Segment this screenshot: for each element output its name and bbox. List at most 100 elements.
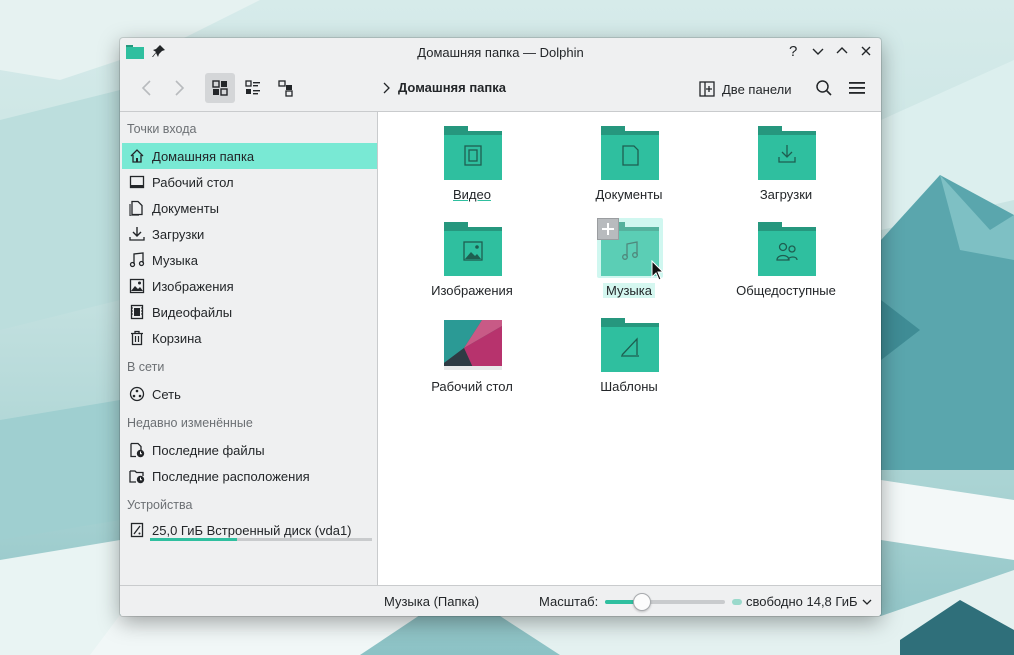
folder-item-templates[interactable]: Шаблоны <box>559 304 699 394</box>
icons-view-button[interactable] <box>205 73 235 103</box>
free-space-indicator <box>732 598 742 605</box>
pictures-folder-icon <box>444 222 502 276</box>
details-view-button[interactable] <box>271 73 301 103</box>
dolphin-window: Домашняя папка — Dolphin ? Домашняя папк… <box>120 38 881 616</box>
recent-files-icon <box>128 441 146 459</box>
documents-icon <box>128 199 146 217</box>
place-videos[interactable]: Видеофайлы <box>122 299 377 325</box>
templates-folder-icon <box>601 318 659 372</box>
place-label: Корзина <box>152 330 202 346</box>
search-button[interactable] <box>809 73 839 103</box>
place-label: Изображения <box>152 278 234 294</box>
place-label: 25,0 ГиБ Встроенный диск (vda1) <box>152 522 352 538</box>
item-label: Музыка <box>603 283 655 298</box>
breadcrumb[interactable]: Домашняя папка <box>382 80 506 95</box>
details-view-icon <box>278 80 293 97</box>
section-title-devices: Устройства <box>127 498 193 512</box>
mouse-cursor-icon <box>651 260 665 281</box>
forward-button[interactable] <box>164 73 194 103</box>
breadcrumb-current[interactable]: Домашняя папка <box>398 80 506 95</box>
desktop-thumbnail-icon <box>444 320 502 370</box>
close-icon[interactable] <box>857 42 875 60</box>
documents-folder-icon <box>601 126 659 180</box>
trash-icon <box>128 329 146 347</box>
item-label: Видео <box>453 187 491 202</box>
hamburger-menu-icon <box>849 82 865 94</box>
maximize-icon[interactable] <box>833 42 851 60</box>
menu-button[interactable] <box>842 73 872 103</box>
section-title-entry-points: Точки входа <box>127 122 197 136</box>
compact-view-button[interactable] <box>238 73 268 103</box>
svg-text:?: ? <box>789 43 797 59</box>
place-label: Последние файлы <box>152 442 265 458</box>
desktop-icon <box>128 173 146 191</box>
split-view-label: Две панели <box>722 81 792 97</box>
folder-item-music[interactable]: Музыка <box>559 208 699 298</box>
item-label: Загрузки <box>759 187 813 202</box>
music-icon <box>128 251 146 269</box>
free-space-text: свободно 14,8 ГиБ <box>746 594 858 609</box>
back-button[interactable] <box>132 73 162 103</box>
places-panel: Точки входа Домашняя папка Рабочий стол … <box>120 111 378 585</box>
item-label: Документы <box>595 187 663 202</box>
section-title-network: В сети <box>127 360 165 374</box>
place-label: Последние расположения <box>152 468 310 484</box>
place-label: Рабочий стол <box>152 174 234 190</box>
place-trash[interactable]: Корзина <box>122 325 377 351</box>
item-label: Шаблоны <box>600 379 658 394</box>
split-view-button[interactable]: Две панели <box>698 80 792 98</box>
downloads-folder-icon <box>758 126 816 180</box>
zoom-slider[interactable] <box>605 593 725 611</box>
item-label: Рабочий стол <box>431 379 513 394</box>
toolbar: Домашняя папка Две панели <box>120 68 881 110</box>
folder-item-public[interactable]: Общедоступные <box>716 208 856 298</box>
zoom-slider-handle[interactable] <box>633 593 651 611</box>
title-bar: Домашняя папка — Dolphin ? <box>120 38 881 66</box>
download-icon <box>128 225 146 243</box>
zoom-label: Масштаб: <box>539 594 599 609</box>
image-icon <box>128 277 146 295</box>
folder-item-pictures[interactable]: Изображения <box>402 208 542 298</box>
recent-locations-icon <box>128 467 146 485</box>
split-panels-icon <box>699 81 715 97</box>
plus-icon <box>602 223 614 235</box>
place-label: Сеть <box>152 386 181 402</box>
place-home[interactable]: Домашняя папка <box>122 143 377 169</box>
disk-usage-fill <box>150 538 237 541</box>
disk-icon <box>128 521 146 539</box>
window-title: Домашняя папка — Dolphin <box>417 45 584 60</box>
folder-item-desktop[interactable]: Рабочий стол <box>402 304 542 394</box>
free-space-button[interactable]: свободно 14,8 ГиБ <box>732 594 872 609</box>
place-music[interactable]: Музыка <box>122 247 377 273</box>
place-downloads[interactable]: Загрузки <box>122 221 377 247</box>
search-icon <box>816 80 832 96</box>
chevron-right-icon <box>383 82 390 93</box>
place-recent-locations[interactable]: Последние расположения <box>122 463 377 489</box>
place-pictures[interactable]: Изображения <box>122 273 377 299</box>
section-title-recent: Недавно изменённые <box>127 416 253 430</box>
minimize-icon[interactable] <box>809 42 827 60</box>
public-folder-icon <box>758 222 816 276</box>
folder-item-documents[interactable]: Документы <box>559 112 699 202</box>
place-desktop[interactable]: Рабочий стол <box>122 169 377 195</box>
place-recent-files[interactable]: Последние файлы <box>122 437 377 463</box>
video-folder-icon <box>444 126 502 180</box>
forward-arrow-icon <box>175 80 185 96</box>
selection-status: Музыка (Папка) <box>384 594 480 609</box>
network-icon <box>128 385 146 403</box>
compact-view-icon <box>245 80 260 95</box>
video-icon <box>128 303 146 321</box>
status-bar: Музыка (Папка) Масштаб: свободно 14,8 Ги… <box>120 585 881 616</box>
place-label: Домашняя папка <box>152 148 255 164</box>
place-network[interactable]: Сеть <box>122 381 377 407</box>
file-view[interactable]: Видео Документы Загрузки Изображения Муз… <box>378 111 881 585</box>
item-label: Изображения <box>431 283 513 298</box>
place-label: Документы <box>152 200 220 216</box>
place-documents[interactable]: Документы <box>122 195 377 221</box>
select-toggle-button[interactable] <box>597 218 619 240</box>
icons-view-icon <box>212 80 228 96</box>
place-label: Видеофайлы <box>152 304 233 320</box>
help-icon[interactable]: ? <box>785 42 803 60</box>
folder-item-video[interactable]: Видео <box>402 112 542 202</box>
folder-item-downloads[interactable]: Загрузки <box>716 112 856 202</box>
